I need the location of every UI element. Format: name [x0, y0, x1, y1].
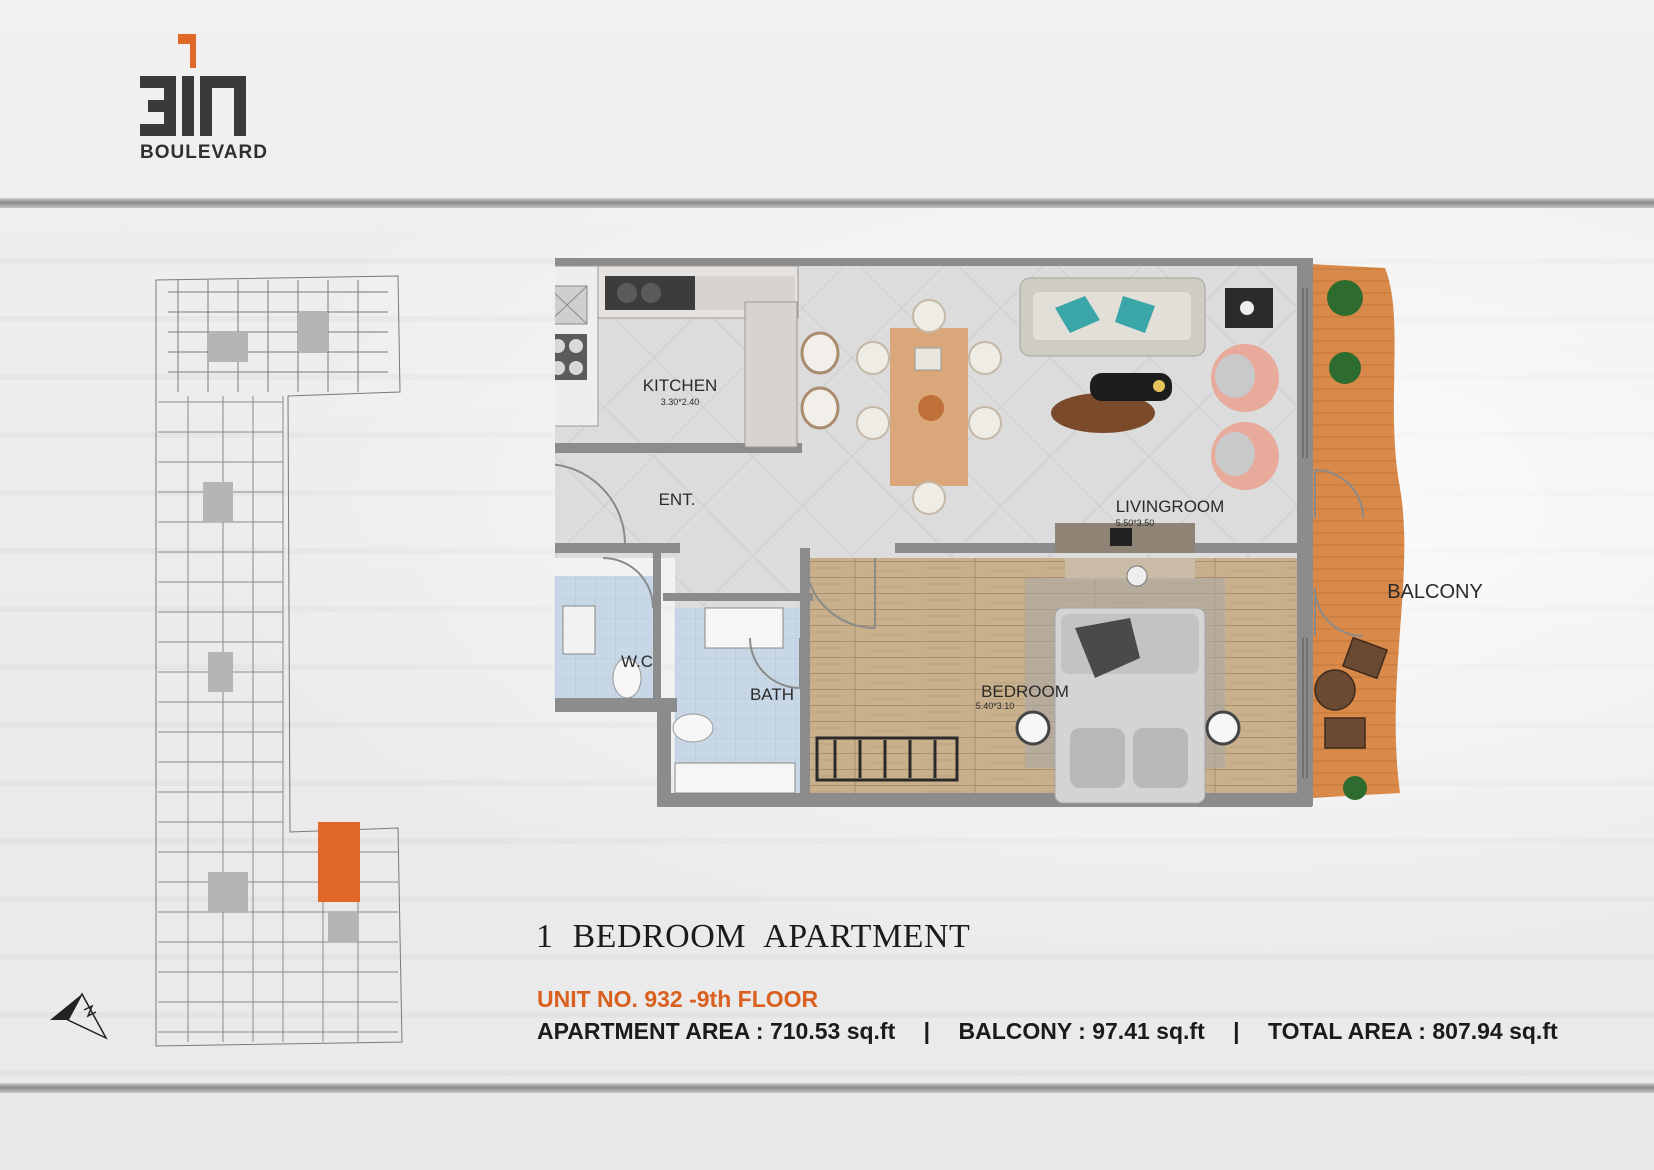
footer-divider: [0, 1083, 1654, 1093]
kitchen-label: KITCHEN: [643, 376, 718, 395]
total-area: TOTAL AREA : 807.94 sq.ft: [1267, 1018, 1558, 1044]
apartment-area: APARTMENT AREA : 710.53 sq.ft: [537, 1018, 896, 1044]
wc-label: W.C: [621, 652, 653, 671]
apartment-floor-plan: KITCHEN 3.30*2.40 ENT. LIVINGROOM 5.50*3…: [555, 258, 1483, 807]
bedroom-dims: 5.40*3.10: [976, 701, 1015, 711]
area-separator: |: [923, 1018, 931, 1044]
area-summary: APARTMENT AREA : 710.53 sq.ft | BALCONY …: [537, 1018, 1558, 1045]
logo-wordmark: BOULEVARD: [140, 142, 268, 163]
unit-number: UNIT NO. 932 -9th FLOOR: [537, 986, 819, 1012]
entrance-label: ENT.: [659, 490, 696, 509]
livingroom-label: LIVINGROOM: [1116, 497, 1225, 516]
apartment-type-title: 1 BEDROOM APARTMENT: [536, 918, 971, 955]
kitchen-dims: 3.30*2.40: [661, 397, 700, 407]
livingroom-dims: 5.50*3.50: [1116, 518, 1155, 528]
floor-key-plan: [155, 275, 403, 1047]
balcony-label: BALCONY: [1387, 581, 1483, 603]
bath-label: BATH: [750, 685, 794, 704]
north-arrow-icon: [50, 992, 108, 1040]
area-separator: |: [1233, 1018, 1240, 1044]
highlighted-unit-marker: [318, 822, 360, 902]
balcony-area: BALCONY : 97.41 sq.ft: [958, 1018, 1205, 1044]
header-divider: [0, 198, 1654, 208]
bedroom-label: BEDROOM: [981, 682, 1069, 701]
